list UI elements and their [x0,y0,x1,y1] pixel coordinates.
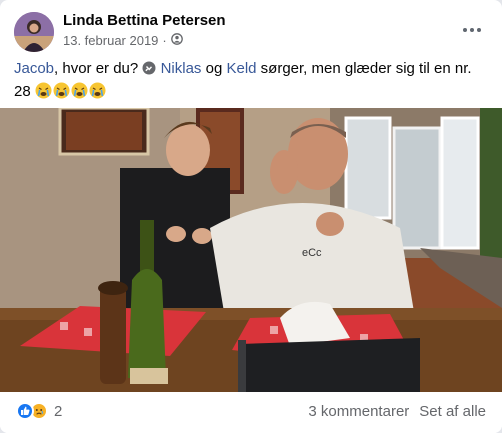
more-options-icon[interactable] [458,20,486,40]
like-icon [16,402,34,420]
post-date[interactable]: 13. februar 2019 [63,33,158,48]
post-text-part2: og [201,60,227,77]
tag-jacob[interactable]: Jacob [14,60,54,77]
comments-count-link[interactable]: 3 kommentarer [308,403,409,420]
meta-separator: · [162,33,167,48]
crying-emoji-icon [35,82,52,99]
author-avatar[interactable] [14,12,54,52]
tag-keld[interactable]: Keld [226,60,256,77]
footer-stats: 3 kommentarer Set af alle [308,403,486,420]
reaction-summary[interactable]: 2 [16,402,62,420]
crying-emoji-icon [53,82,70,99]
seen-by-link[interactable]: Set af alle [419,403,486,420]
post-header: Linda Bettina Petersen 13. februar 2019 … [14,10,490,54]
crying-emoji-icon [89,82,106,99]
post-text-part1: , hvor er du? [54,60,143,77]
tag-niklas[interactable]: Niklas [161,60,202,77]
post-footer: 2 3 kommentarer Set af alle [0,392,502,433]
badge-icon [142,60,156,81]
crying-emoji-icon [71,82,88,99]
post-meta: 13. februar 2019 · [63,33,183,48]
svg-text:eCc: eCc [302,247,322,259]
post-text: Jacob, hvor er du? Niklas og Keld sørger… [14,58,490,102]
post-photo[interactable]: eCc [0,108,502,392]
friends-icon[interactable] [170,33,183,48]
author-name[interactable]: Linda Bettina Petersen [63,12,226,29]
post-card: Linda Bettina Petersen 13. februar 2019 … [0,0,502,433]
reaction-count: 2 [54,402,63,420]
